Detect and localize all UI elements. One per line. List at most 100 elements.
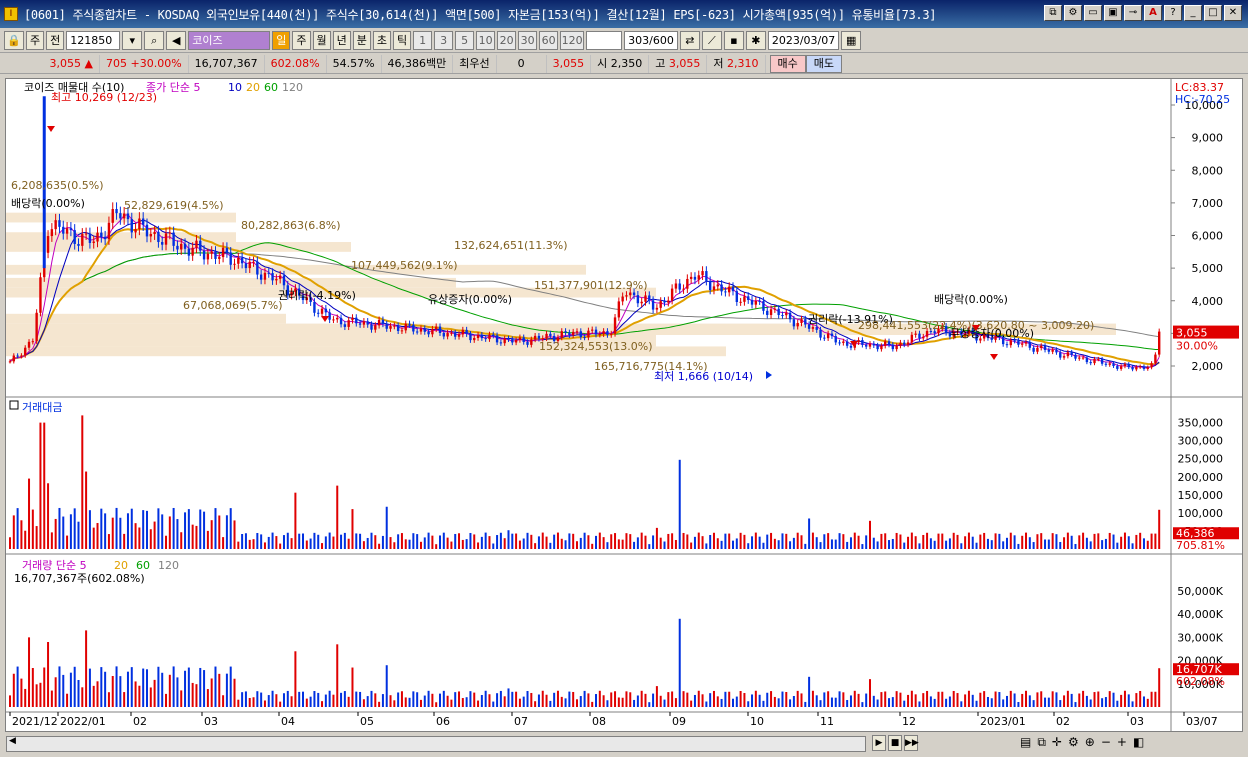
amount-bar — [712, 532, 715, 549]
candle-body — [210, 251, 213, 254]
chart-tool-icon[interactable]: ⇄ — [679, 31, 700, 50]
num-10[interactable]: 10 — [476, 31, 496, 50]
prev-button[interactable]: 전 — [46, 31, 65, 50]
lock-icon[interactable]: 🔒 — [4, 31, 24, 50]
num-1[interactable]: 1 — [413, 31, 433, 50]
amount-bar — [579, 537, 582, 549]
interval-day[interactable]: 일 — [272, 31, 291, 50]
amount-bar — [465, 539, 468, 549]
amount-bar — [895, 532, 898, 549]
volume-bar — [214, 666, 217, 707]
amount-bar — [941, 533, 944, 549]
minimize-button[interactable]: _ — [1184, 5, 1202, 21]
sell-button[interactable]: 매도 — [805, 54, 843, 73]
crosshair-icon[interactable]: ✛ — [1052, 735, 1062, 750]
horizontal-scrollbar[interactable]: ◀ — [6, 736, 866, 752]
interval-year[interactable]: 년 — [332, 31, 351, 50]
maximize-button[interactable]: □ — [1204, 5, 1222, 21]
period-select[interactable]: 주 — [26, 31, 45, 50]
candle-body — [1119, 366, 1123, 369]
num-20[interactable]: 20 — [497, 31, 517, 50]
play-icon[interactable]: ▶ — [872, 735, 886, 751]
volume-bar — [54, 677, 57, 707]
line-tool-icon[interactable]: ⟋ — [701, 31, 722, 50]
search-icon[interactable]: ⌕ — [144, 31, 165, 50]
num-60[interactable]: 60 — [539, 31, 559, 50]
save-icon[interactable]: ▣ — [1104, 5, 1122, 21]
pin-icon[interactable]: ⊸ — [1124, 5, 1142, 21]
zoom-out-icon[interactable]: − — [1101, 735, 1111, 750]
amount-bar — [770, 532, 773, 549]
panel-icon[interactable]: ◧ — [1133, 735, 1144, 750]
candle-body — [187, 248, 191, 256]
volume-bar — [537, 694, 540, 707]
ma-period-label: 120 — [282, 81, 303, 94]
gear-icon[interactable]: ✱ — [745, 31, 766, 50]
amount-bar — [1040, 533, 1043, 549]
help-icon[interactable]: ? — [1164, 5, 1182, 21]
volume-bar — [770, 691, 773, 707]
volume-bar — [85, 630, 88, 707]
chart-area[interactable]: 10,0009,0008,0007,0006,0005,0004,0003,00… — [5, 78, 1243, 732]
xtick-label: 07 — [514, 715, 528, 728]
code-input[interactable]: 121850 — [66, 31, 121, 50]
chart-svg[interactable]: 10,0009,0008,0007,0006,0005,0004,0003,00… — [6, 79, 1242, 731]
volume-bar — [1044, 697, 1047, 707]
num-120[interactable]: 120 — [560, 31, 585, 50]
buy-button[interactable]: 매수 — [769, 54, 806, 73]
xtick-label: 02 — [1056, 715, 1070, 728]
plus-icon[interactable]: + — [1117, 735, 1127, 750]
volume-bar — [225, 673, 228, 707]
amount-bar — [286, 532, 289, 549]
setting-icon[interactable]: ⚙ — [1064, 5, 1082, 21]
amount-ytick: 150,000 — [1178, 489, 1224, 502]
ytick-label: 2,000 — [1192, 360, 1224, 373]
amount-bar — [724, 533, 727, 549]
interval-second[interactable]: 초 — [372, 31, 391, 50]
candle-body — [233, 263, 236, 265]
volume-bar — [758, 694, 761, 707]
dropdown-icon[interactable]: ▾ — [122, 31, 143, 50]
volume-bar — [800, 693, 803, 707]
interval-minute[interactable]: 분 — [352, 31, 371, 50]
copy-icon[interactable]: ⧉ — [1037, 735, 1046, 750]
interval-month[interactable]: 월 — [312, 31, 331, 50]
calendar-icon[interactable]: ▦ — [841, 31, 862, 50]
amount-bar — [458, 533, 461, 549]
candle-body — [579, 331, 582, 338]
close-button[interactable]: ✕ — [1224, 5, 1242, 21]
zoom-in-icon[interactable]: ⊕ — [1085, 735, 1095, 750]
num-30[interactable]: 30 — [518, 31, 538, 50]
scroll-left-icon[interactable]: ◀ — [9, 736, 16, 746]
low-value: 2,310 — [727, 56, 759, 70]
table-icon[interactable]: ▤ — [1020, 735, 1031, 750]
volume-bar — [115, 666, 118, 707]
volume-bar — [47, 642, 50, 707]
candle-body — [545, 333, 548, 339]
window-icon[interactable]: ▭ — [1084, 5, 1102, 21]
num-3[interactable]: 3 — [434, 31, 454, 50]
candle-body — [830, 333, 834, 337]
save-icon[interactable]: ▪ — [723, 31, 744, 50]
candle-body — [408, 323, 411, 325]
candle-body — [377, 319, 381, 326]
stock-name[interactable]: 코이즈 — [188, 31, 271, 50]
speaker-icon[interactable]: ◀ — [166, 31, 187, 50]
candle-body — [1032, 347, 1035, 352]
count-field[interactable]: 303/600 — [624, 31, 678, 50]
date-input[interactable]: 2023/03/07 — [767, 31, 840, 50]
interval-week[interactable]: 주 — [292, 31, 311, 50]
link-icon[interactable]: ⧉ — [1044, 5, 1062, 21]
amount-bar — [187, 509, 190, 549]
amount-bar — [758, 536, 761, 549]
num-5[interactable]: 5 — [455, 31, 475, 50]
custom-input[interactable] — [586, 31, 623, 50]
fast-forward-icon[interactable]: ▶▶ — [904, 735, 919, 751]
stop-icon[interactable]: ■ — [888, 735, 902, 751]
settings-icon[interactable]: ⚙ — [1068, 735, 1079, 750]
event-arrow-icon — [990, 354, 998, 360]
interval-tick[interactable]: 틱 — [393, 31, 412, 50]
volume-bar — [499, 690, 502, 707]
candle-body — [164, 233, 168, 245]
font-icon[interactable]: A — [1144, 5, 1162, 21]
